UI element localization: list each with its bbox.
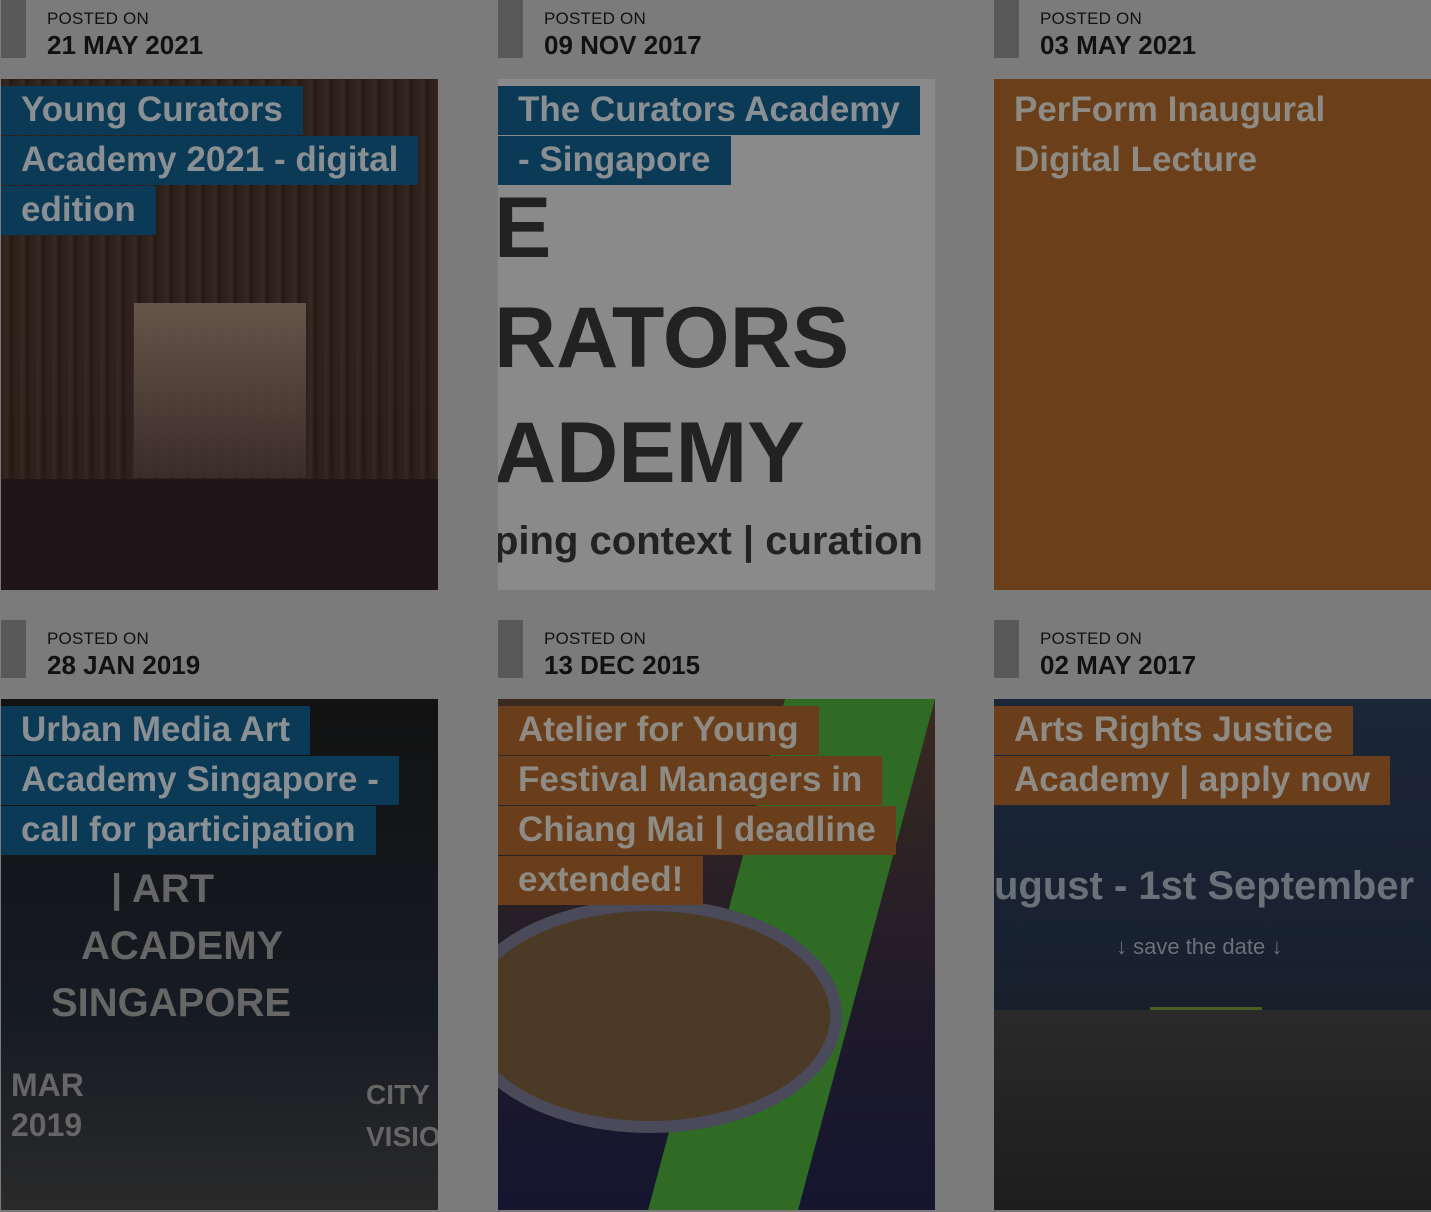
post-date: 28 JAN 2019 [47,650,201,680]
post-date: 21 MAY 2021 [47,30,204,60]
post-date: 02 MAY 2017 [1040,650,1197,680]
post-title[interactable]: The Curators Academy - Singapore [498,86,920,185]
post-date: 09 NOV 2017 [544,30,702,60]
date-accent-bar [994,620,1019,678]
image-text: ugust - 1st September [994,864,1415,908]
post-card[interactable]: POSTED ON 13 DEC 2015 Atelier for Young … [498,620,935,1210]
date-accent-bar [498,0,523,58]
building-image [994,1010,1431,1210]
post-title[interactable]: Young Curators Academy 2021 - digital ed… [1,86,419,235]
post-date-block: POSTED ON 21 MAY 2021 [1,0,438,79]
image-text: CITY [366,1079,430,1110]
date-accent-bar [498,620,523,678]
post-title[interactable]: Arts Rights Justice Academy | apply now [994,706,1390,805]
post-date-block: POSTED ON 13 DEC 2015 [498,620,935,699]
post-card[interactable]: POSTED ON 09 NOV 2017 E RATORS ADEMY pin… [498,0,935,590]
post-thumbnail[interactable]: Atelier for Young Festival Managers in C… [498,699,935,1210]
date-accent-bar [1,0,26,58]
image-text: RATORS [498,290,850,386]
date-accent-bar [1,620,26,678]
post-thumbnail[interactable]: ugust - 1st September ↓ save the date ↓ … [994,699,1431,1210]
image-text: 2019 [11,1107,83,1143]
post-title[interactable]: Atelier for Young Festival Managers in C… [498,706,896,905]
image-text: E [498,180,552,276]
post-date: 13 DEC 2015 [544,650,701,680]
post-thumbnail[interactable]: Young Curators Academy 2021 - digital ed… [1,79,438,590]
image-text: ADEMY [498,405,805,501]
posted-on-label: POSTED ON [544,9,646,28]
post-date-block: POSTED ON 03 MAY 2021 [994,0,1431,79]
image-text: MAR [11,1067,84,1103]
posted-on-label: POSTED ON [544,629,646,648]
image-text: ACADEMY [81,924,284,968]
posted-on-label: POSTED ON [47,629,149,648]
post-date-block: POSTED ON 02 MAY 2017 [994,620,1431,699]
image-text: ping context | curation [498,519,923,563]
post-card[interactable]: POSTED ON 21 MAY 2021 Young Curators Aca… [1,0,438,590]
post-date: 03 MAY 2021 [1040,30,1197,60]
post-title[interactable]: PerForm Inaugural Digital Lecture [994,86,1345,185]
post-card[interactable]: POSTED ON 03 MAY 2021 PerForm Inaugural … [994,0,1431,590]
post-date-block: POSTED ON 09 NOV 2017 [498,0,935,79]
image-text: VISIO [366,1121,438,1152]
spotlight-image [134,303,306,478]
post-grid: POSTED ON 21 MAY 2021 Young Curators Aca… [0,0,1431,1212]
posted-on-label: POSTED ON [1040,629,1142,648]
post-date-block: POSTED ON 28 JAN 2019 [1,620,438,699]
stage-floor [1,482,438,590]
image-text: SINGAPORE [51,981,292,1025]
post-card[interactable]: POSTED ON 28 JAN 2019 | ART ACADEMY SING… [1,620,438,1210]
post-card[interactable]: POSTED ON 02 MAY 2017 ugust - 1st Septem… [994,620,1431,1210]
post-thumbnail[interactable]: PerForm Inaugural Digital Lecture [994,79,1431,590]
image-text: | ART [111,867,215,911]
post-thumbnail[interactable]: | ART ACADEMY SINGAPORE MAR 2019 CITY VI… [1,699,438,1210]
date-accent-bar [994,0,1019,58]
post-thumbnail[interactable]: E RATORS ADEMY ping context | curation T… [498,79,935,590]
image-text: ↓ save the date ↓ [1116,934,1283,959]
posted-on-label: POSTED ON [1040,9,1142,28]
posted-on-label: POSTED ON [47,9,149,28]
post-title[interactable]: Urban Media Art Academy Singapore - call… [1,706,399,855]
